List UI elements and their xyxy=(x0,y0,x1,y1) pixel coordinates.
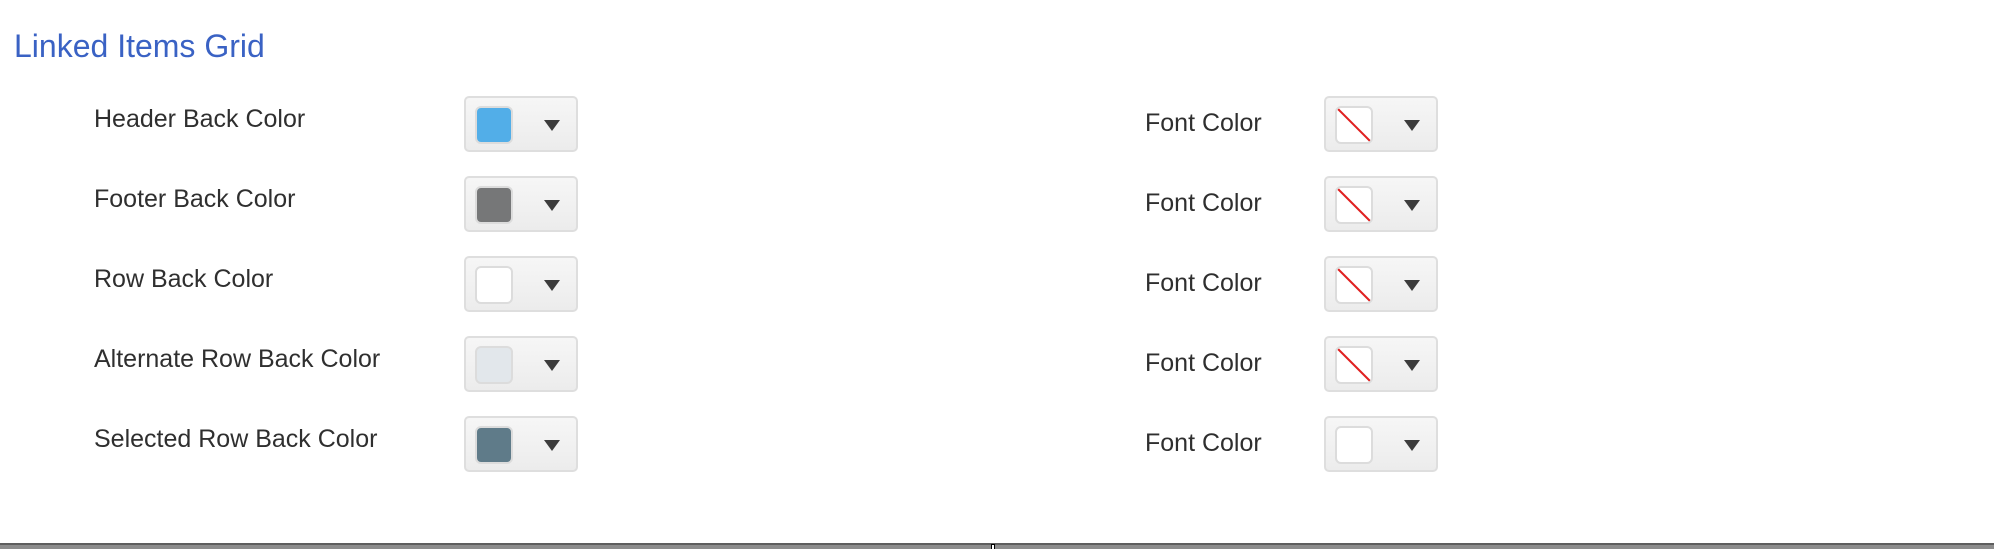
header-font-color-label: Font Color xyxy=(1145,109,1262,137)
footer-back-color-label: Footer Back Color xyxy=(94,185,296,213)
caret-down-icon xyxy=(544,280,560,291)
footer-font-color-picker[interactable] xyxy=(1324,176,1438,232)
horizontal-scrollbar[interactable] xyxy=(0,543,1994,549)
color-swatch xyxy=(475,106,513,144)
color-swatch xyxy=(475,346,513,384)
selected-row-back-color-picker[interactable] xyxy=(464,416,578,472)
color-row: Header Back Color Font Color xyxy=(0,96,1994,156)
caret-down-icon xyxy=(1404,200,1420,211)
no-color-slash-icon xyxy=(1335,266,1373,304)
caret-down-icon xyxy=(1404,360,1420,371)
selected-row-font-color-label: Font Color xyxy=(1145,429,1262,457)
selected-row-back-color-label: Selected Row Back Color xyxy=(94,425,378,453)
color-swatch xyxy=(475,266,513,304)
alternate-row-font-color-picker[interactable] xyxy=(1324,336,1438,392)
color-swatch xyxy=(475,186,513,224)
alternate-row-font-color-label: Font Color xyxy=(1145,349,1262,377)
caret-down-icon xyxy=(544,120,560,131)
alternate-row-back-color-label: Alternate Row Back Color xyxy=(94,345,381,373)
row-back-color-label: Row Back Color xyxy=(94,265,274,293)
splitter-handle[interactable] xyxy=(991,544,995,549)
row-font-color-picker[interactable] xyxy=(1324,256,1438,312)
selected-row-font-color-picker[interactable] xyxy=(1324,416,1438,472)
header-font-color-picker[interactable] xyxy=(1324,96,1438,152)
no-color-slash-icon xyxy=(1335,106,1373,144)
color-row: Footer Back Color Font Color xyxy=(0,176,1994,236)
caret-down-icon xyxy=(1404,440,1420,451)
caret-down-icon xyxy=(544,360,560,371)
caret-down-icon xyxy=(544,200,560,211)
color-row: Alternate Row Back Color Font Color xyxy=(0,336,1994,396)
row-back-color-picker[interactable] xyxy=(464,256,578,312)
color-swatch xyxy=(475,426,513,464)
header-back-color-picker[interactable] xyxy=(464,96,578,152)
header-back-color-label: Header Back Color xyxy=(94,105,306,133)
no-color-slash-icon xyxy=(1335,346,1373,384)
color-row: Selected Row Back Color Font Color xyxy=(0,416,1994,476)
footer-back-color-picker[interactable] xyxy=(464,176,578,232)
caret-down-icon xyxy=(1404,280,1420,291)
footer-font-color-label: Font Color xyxy=(1145,189,1262,217)
caret-down-icon xyxy=(544,440,560,451)
color-swatch xyxy=(1335,426,1373,464)
color-row: Row Back Color Font Color xyxy=(0,256,1994,316)
caret-down-icon xyxy=(1404,120,1420,131)
section-title: Linked Items Grid xyxy=(14,28,265,64)
alternate-row-back-color-picker[interactable] xyxy=(464,336,578,392)
no-color-slash-icon xyxy=(1335,186,1373,224)
row-font-color-label: Font Color xyxy=(1145,269,1262,297)
